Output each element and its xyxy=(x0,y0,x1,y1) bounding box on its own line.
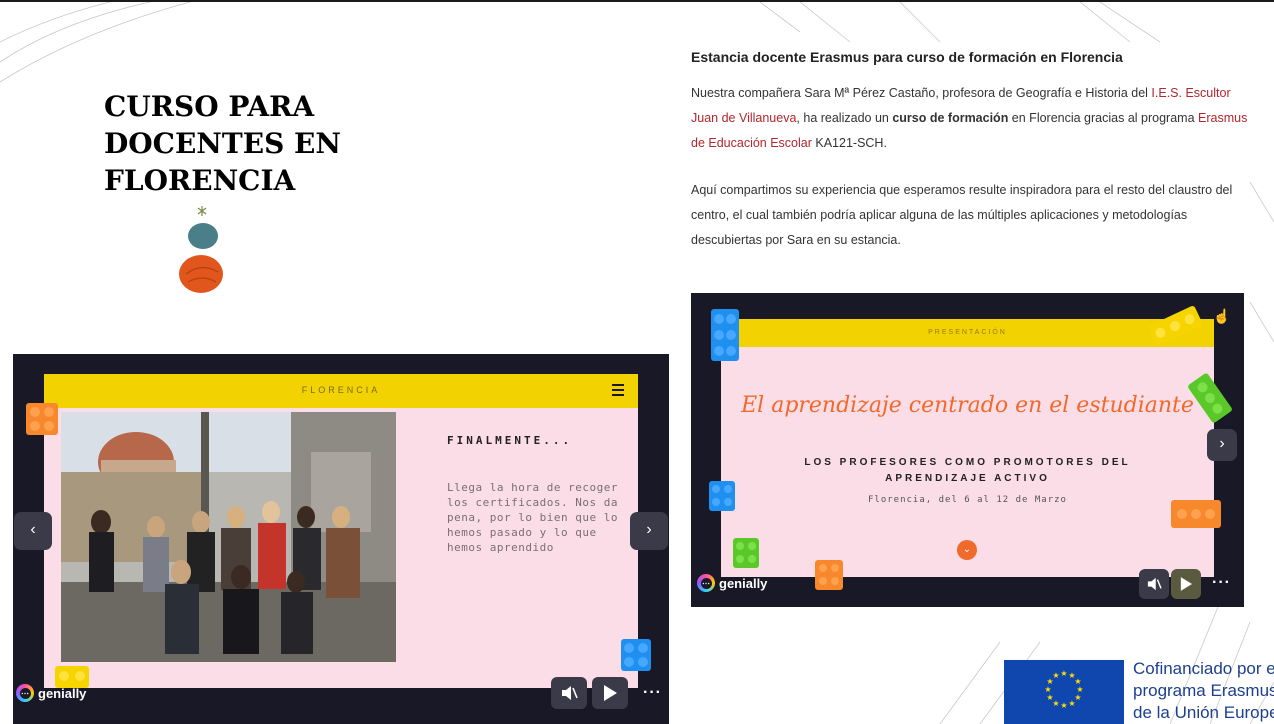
mute-icon xyxy=(562,686,578,700)
genially-icon: ⋯ xyxy=(16,684,34,702)
slide-header-bar: PRESENTACIÓN xyxy=(721,319,1214,347)
article-section: Estancia docente Erasmus para curso de f… xyxy=(691,49,1251,253)
article-p1-text-d: KA121-SCH. xyxy=(811,136,887,150)
eu-text-line-1: Cofinanciado por el xyxy=(1133,659,1274,678)
genially-icon: ⋯ xyxy=(697,574,715,592)
slide-header-bar: FLORENCIA xyxy=(44,374,638,408)
article-paragraph-1: Nuestra compañera Sara Mª Pérez Castaño,… xyxy=(691,81,1251,156)
slide-header-label: FLORENCIA xyxy=(301,385,381,395)
svg-text:★: ★ xyxy=(1060,701,1067,710)
lego-brick-blue-icon xyxy=(711,309,739,361)
genially-embed-florencia[interactable]: FLORENCIA FINALMENTE... Llega la hora de… xyxy=(13,354,669,724)
next-slide-button[interactable]: › xyxy=(630,512,668,550)
presentation-slide: PRESENTACIÓN El aprendizaje centrado en … xyxy=(721,319,1214,577)
svg-text:★: ★ xyxy=(1068,699,1075,708)
lego-brick-blue-icon xyxy=(621,639,651,671)
genially-brand-text: genially xyxy=(38,685,87,701)
genially-embed-presentacion[interactable]: PRESENTACIÓN El aprendizaje centrado en … xyxy=(691,293,1244,607)
article-p1-text-b: , ha realizado un xyxy=(796,111,893,125)
group-photo xyxy=(61,412,396,662)
eu-text-line-2: programa Erasmus+ xyxy=(1133,681,1274,700)
play-button[interactable] xyxy=(1171,569,1201,599)
article-p1-bold: curso de formación xyxy=(892,111,1009,125)
slide-subheading: LOS PROFESORES COMO PROMOTORES DEL APREN… xyxy=(804,457,1131,484)
article-p1-text-a: Nuestra compañera Sara Mª Pérez Castaño,… xyxy=(691,86,1152,100)
slide-body-text: Llega la hora de recoger los certificado… xyxy=(447,481,618,554)
play-icon xyxy=(1180,577,1192,591)
lego-brick-blue-icon xyxy=(709,481,735,511)
stacked-stones-illustration xyxy=(179,206,223,293)
slide-header-label: PRESENTACIÓN xyxy=(928,329,1007,336)
svg-text:★: ★ xyxy=(1044,685,1051,694)
svg-text:★: ★ xyxy=(1060,669,1067,678)
eu-flag-logo: ★ ★★★ ★★★★ ★★★★ xyxy=(1004,660,1124,724)
prev-slide-button[interactable]: ‹ xyxy=(14,512,52,550)
lego-brick-green-icon xyxy=(1188,373,1232,423)
slide-script-title: El aprendizaje centrado en el estudiante xyxy=(741,393,1194,418)
article-p1-text-c: en Florencia gracias al programa xyxy=(1008,111,1199,125)
lego-brick-yellow-icon xyxy=(1147,306,1203,346)
article-title: Estancia docente Erasmus para curso de f… xyxy=(691,49,1123,65)
mute-button[interactable] xyxy=(551,677,587,709)
mute-icon xyxy=(1147,577,1162,591)
chevron-down-icon[interactable]: ⌄ xyxy=(957,540,977,560)
more-options-button[interactable]: ··· xyxy=(1212,574,1231,592)
eu-text-line-3: de la Unión Europea xyxy=(1133,703,1274,722)
svg-text:★: ★ xyxy=(1052,671,1059,680)
menu-icon[interactable] xyxy=(612,384,624,396)
genially-logo[interactable]: ⋯ genially xyxy=(16,684,86,702)
slide-text-panel: FINALMENTE... Llega la hora de recoger l… xyxy=(447,434,627,555)
mute-button[interactable] xyxy=(1139,569,1169,599)
article-paragraph-2: Aquí compartimos su experiencia que espe… xyxy=(691,183,1233,247)
slide-date: Florencia, del 6 al 12 de Marzo xyxy=(868,495,1067,505)
play-icon xyxy=(604,685,617,701)
next-slide-button[interactable]: › xyxy=(1207,429,1237,461)
svg-text:★: ★ xyxy=(1046,693,1053,702)
play-button[interactable] xyxy=(592,677,628,709)
hand-pointer-icon[interactable]: ☝ xyxy=(1213,308,1230,325)
lego-brick-orange-icon xyxy=(1171,500,1221,528)
page-title: CURSO PARA DOCENTES EN FLORENCIA xyxy=(104,90,341,197)
genially-brand-text: genially xyxy=(719,575,768,591)
presentation-slide: FLORENCIA FINALMENTE... Llega la hora de… xyxy=(44,374,638,688)
slide-heading: FINALMENTE... xyxy=(447,434,573,447)
lego-brick-orange-icon xyxy=(815,560,843,590)
lego-brick-green-icon xyxy=(733,538,759,568)
eu-cofunding-text: Cofinanciado por el programa Erasmus+ de… xyxy=(1133,658,1274,724)
lego-brick-orange-icon xyxy=(26,403,58,435)
more-options-button[interactable]: ··· xyxy=(643,684,662,702)
genially-logo[interactable]: ⋯ genially xyxy=(697,574,767,592)
